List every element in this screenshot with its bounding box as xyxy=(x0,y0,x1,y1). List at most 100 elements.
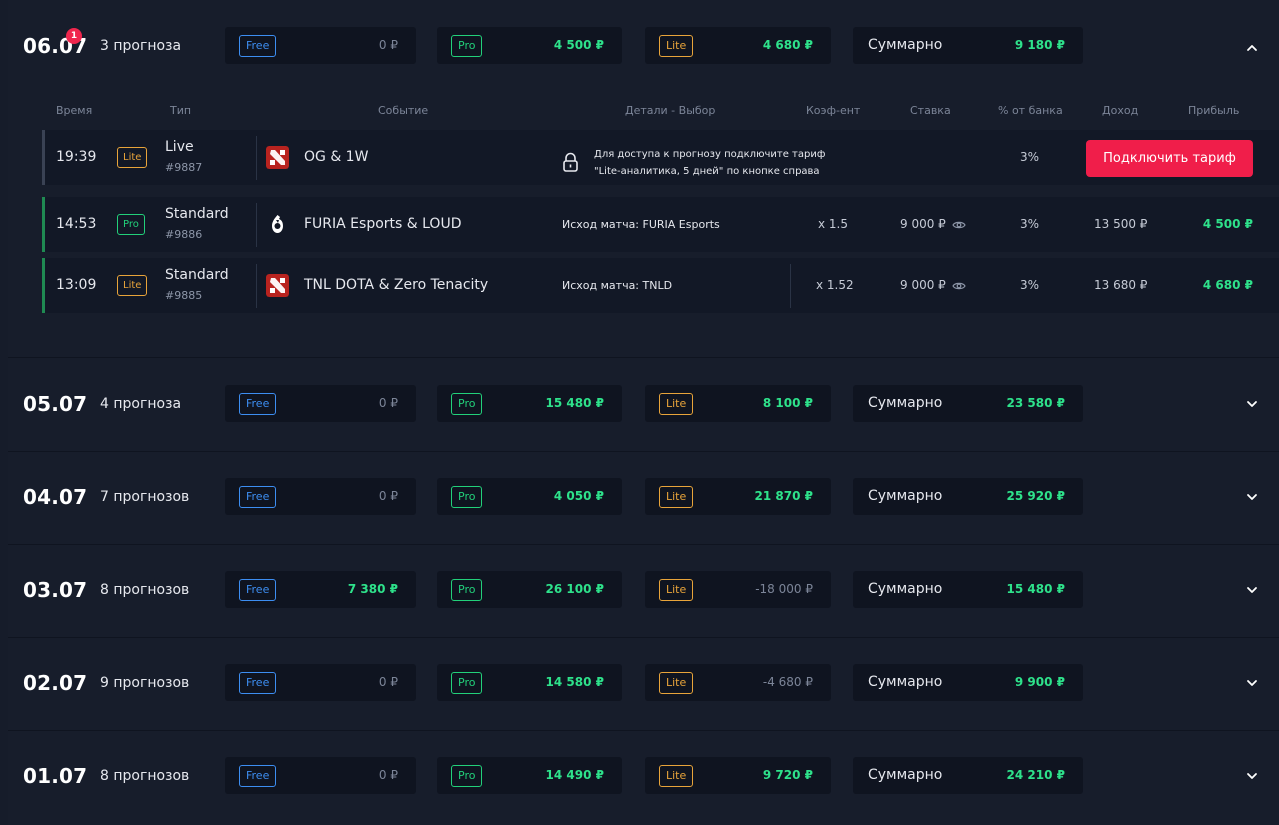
sum-value: 24 210 ₽ xyxy=(1006,768,1065,782)
lite-total-card: Lite 8 100 ₽ xyxy=(645,385,831,422)
day-header[interactable]: 03.07 8 прогнозов Free 7 380 ₽ Pro 26 10… xyxy=(8,544,1279,636)
row-income: 13 500 ₽ xyxy=(1094,217,1148,231)
sum-value: 23 580 ₽ xyxy=(1006,396,1065,410)
sum-total-card: Суммарно 24 210 ₽ xyxy=(853,757,1083,794)
eye-icon[interactable] xyxy=(951,220,966,230)
pro-tag: Pro xyxy=(451,765,483,787)
sum-total-card: Суммарно 9 180 ₽ xyxy=(853,27,1083,64)
day-group-0507: 05.07 4 прогноза Free 0 ₽ Pro 15 480 ₽ L… xyxy=(8,358,1279,451)
row-time: 13:09 xyxy=(56,277,97,293)
forecast-count: 8 прогнозов xyxy=(100,768,190,784)
chevron-down-icon[interactable] xyxy=(1244,675,1260,691)
prediction-row: 13:09 Lite Standard #9885 TNL DOTA & Zer… xyxy=(42,258,1279,313)
row-bank-pct: 3% xyxy=(1020,278,1040,292)
sum-value: 9 180 ₽ xyxy=(1014,38,1065,52)
col-profit: Прибыль xyxy=(1188,104,1240,117)
day-date: 06.07 xyxy=(23,34,88,58)
day-date: 04.07 xyxy=(23,485,88,509)
chevron-down-icon[interactable] xyxy=(1244,768,1260,784)
row-indicator xyxy=(42,258,45,313)
row-type: Standard xyxy=(165,206,229,222)
day-group-0107: 01.07 8 прогнозов Free 0 ₽ Pro 14 490 ₽ … xyxy=(8,730,1279,825)
pro-total-card: Pro 26 100 ₽ xyxy=(437,571,622,608)
row-event: FURIA Esports & LOUD xyxy=(304,216,462,232)
pro-total-card: Pro 4 500 ₽ xyxy=(437,27,622,64)
sum-total-card: Суммарно 15 480 ₽ xyxy=(853,571,1083,608)
free-tag: Free xyxy=(239,765,277,787)
sum-total-card: Суммарно 9 900 ₽ xyxy=(853,664,1083,701)
day-date: 02.07 xyxy=(23,671,88,695)
col-odds: Коэф-ент xyxy=(806,104,861,117)
subscribe-button[interactable]: Подключить тариф xyxy=(1086,140,1253,177)
free-value: 0 ₽ xyxy=(378,768,398,782)
free-value: 7 380 ₽ xyxy=(347,582,398,596)
col-type: Тип xyxy=(170,104,192,117)
pro-tag: Pro xyxy=(451,672,483,694)
locked-message: Для доступа к прогнозу подключите тариф … xyxy=(594,146,864,180)
pro-value: 26 100 ₽ xyxy=(545,582,604,596)
sum-total-card: Суммарно 25 920 ₽ xyxy=(853,478,1083,515)
day-header[interactable]: 06.07 1 3 прогноза Free 0 ₽ Pro 4 500 ₽ … xyxy=(8,0,1279,92)
day-header[interactable]: 02.07 9 прогнозов Free 0 ₽ Pro 14 580 ₽ … xyxy=(8,637,1279,729)
sum-label: Суммарно xyxy=(868,37,943,53)
day-header[interactable]: 01.07 8 прогнозов Free 0 ₽ Pro 14 490 ₽ … xyxy=(8,730,1279,822)
pro-tag: Pro xyxy=(451,393,483,415)
free-total-card: Free 0 ₽ xyxy=(225,385,416,422)
lite-total-card: Lite 9 720 ₽ xyxy=(645,757,831,794)
col-bank-pct: % от банка xyxy=(998,104,1063,117)
day-header[interactable]: 04.07 7 прогнозов Free 0 ₽ Pro 4 050 ₽ L… xyxy=(8,451,1279,543)
free-total-card: Free 0 ₽ xyxy=(225,664,416,701)
sum-total-card: Суммарно 23 580 ₽ xyxy=(853,385,1083,422)
day-group-0407: 04.07 7 прогнозов Free 0 ₽ Pro 4 050 ₽ L… xyxy=(8,451,1279,544)
row-type: Live xyxy=(165,139,194,155)
row-odds: x 1.5 xyxy=(818,217,848,231)
free-tag: Free xyxy=(239,579,277,601)
dota2-icon xyxy=(266,146,289,169)
pro-total-card: Pro 14 490 ₽ xyxy=(437,757,622,794)
tier-tag: Pro xyxy=(117,214,145,235)
row-details: Исход матча: TNLD xyxy=(562,279,673,292)
eye-icon[interactable] xyxy=(951,281,966,291)
row-type: Standard xyxy=(165,267,229,283)
lite-value: 9 720 ₽ xyxy=(762,768,813,782)
row-time: 19:39 xyxy=(56,149,97,165)
sum-label: Суммарно xyxy=(868,767,943,783)
lite-value: -18 000 ₽ xyxy=(755,582,813,596)
row-odds: x 1.52 xyxy=(816,278,854,292)
forecast-count: 9 прогнозов xyxy=(100,675,190,691)
sum-value: 15 480 ₽ xyxy=(1006,582,1065,596)
row-income: 13 680 ₽ xyxy=(1094,278,1148,292)
day-header[interactable]: 05.07 4 прогноза Free 0 ₽ Pro 15 480 ₽ L… xyxy=(8,358,1279,450)
pro-total-card: Pro 14 580 ₽ xyxy=(437,664,622,701)
row-profit: 4 500 ₽ xyxy=(1202,217,1253,231)
row-event: TNL DOTA & Zero Tenacity xyxy=(304,277,489,293)
lite-total-card: Lite 4 680 ₽ xyxy=(645,27,831,64)
free-total-card: Free 0 ₽ xyxy=(225,27,416,64)
lite-value: 21 870 ₽ xyxy=(754,489,813,503)
forecast-count: 7 прогнозов xyxy=(100,489,190,505)
lite-tag: Lite xyxy=(659,672,694,694)
prediction-row: 14:53 Pro Standard #9886 FURIA Esports &… xyxy=(42,197,1279,252)
prediction-row: 19:39 Lite Live #9887 OG & 1W Для доступ… xyxy=(42,130,1279,185)
free-value: 0 ₽ xyxy=(378,675,398,689)
forecast-count: 8 прогнозов xyxy=(100,582,190,598)
free-total-card: Free 7 380 ₽ xyxy=(225,571,416,608)
col-event: Событие xyxy=(378,104,429,117)
day-date: 05.07 xyxy=(23,392,88,416)
pro-total-card: Pro 4 050 ₽ xyxy=(437,478,622,515)
pro-value: 4 050 ₽ xyxy=(553,489,604,503)
lite-total-card: Lite -4 680 ₽ xyxy=(645,664,831,701)
row-id: #9887 xyxy=(165,161,203,174)
chevron-down-icon[interactable] xyxy=(1244,396,1260,412)
pro-tag: Pro xyxy=(451,486,483,508)
day-date: 01.07 xyxy=(23,764,88,788)
locked-message-line-1: Для доступа к прогнозу подключите тариф xyxy=(594,149,826,160)
tier-tag: Lite xyxy=(117,147,148,168)
chevron-down-icon[interactable] xyxy=(1244,582,1260,598)
row-id: #9886 xyxy=(165,228,203,241)
chevron-up-icon[interactable] xyxy=(1244,40,1260,56)
chevron-down-icon[interactable] xyxy=(1244,489,1260,505)
divider xyxy=(790,264,791,308)
row-id: #9885 xyxy=(165,289,203,302)
sum-label: Суммарно xyxy=(868,395,943,411)
